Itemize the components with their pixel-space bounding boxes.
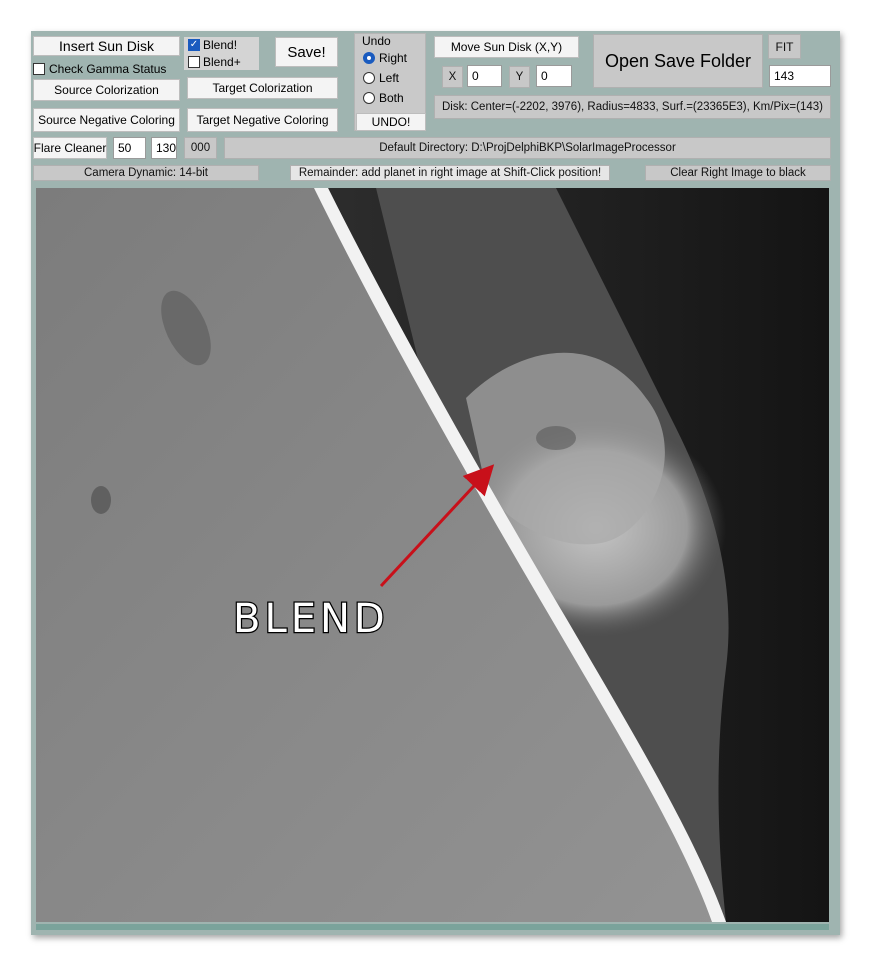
move-sun-disk-button[interactable]: Move Sun Disk (X,Y) [434,36,579,58]
undo-right-label: Right [379,51,408,65]
blend-label: Blend! [203,38,238,52]
y-label: Y [509,66,530,88]
undo-left-radio[interactable] [363,72,375,84]
blend-plus-checkbox[interactable] [188,56,200,68]
prominence-dark-knot [536,426,576,450]
undo-right-radio[interactable] [363,52,375,64]
fit-button[interactable]: FIT [768,34,801,59]
camera-dynamic-label: Camera Dynamic: 14-bit [33,165,259,181]
x-label: X [442,66,463,88]
undo-both-label: Both [379,91,404,105]
flare-code: 000 [184,137,217,159]
target-negative-coloring-button[interactable]: Target Negative Coloring [187,108,338,132]
flare-value-1-input[interactable]: 50 [113,137,146,159]
check-gamma-label: Check Gamma Status [49,62,167,76]
y-input[interactable]: 0 [536,65,572,87]
clear-right-image-button[interactable]: Clear Right Image to black [645,165,831,181]
solar-image-canvas[interactable]: BLEND [36,188,829,922]
blend-plus-label: Blend+ [203,55,241,69]
default-directory: Default Directory: D:\ProjDelphiBKP\Sola… [224,137,831,159]
open-save-folder-button[interactable]: Open Save Folder [593,34,763,88]
save-button[interactable]: Save! [275,37,338,67]
check-gamma-checkbox[interactable] [33,63,45,75]
flare-value-2-input[interactable]: 130 [151,137,177,159]
undo-left-label: Left [379,71,400,85]
sunspot-2 [91,486,111,514]
disk-info-panel: Disk: Center=(-2202, 3976), Radius=4833,… [434,95,831,119]
blend-annotation-label: BLEND [233,596,389,642]
blend-checkbox[interactable]: ✓ [188,39,200,51]
undo-both-radio[interactable] [363,92,375,104]
fit-value-input[interactable]: 143 [769,65,831,87]
undo-title: Undo [362,34,391,48]
source-negative-coloring-button[interactable]: Source Negative Coloring [33,108,180,132]
source-colorization-button[interactable]: Source Colorization [33,79,180,101]
x-input[interactable]: 0 [467,65,502,87]
insert-sun-disk-button[interactable]: Insert Sun Disk [33,36,180,56]
main-window: Insert Sun Disk ✓ Blend! Blend+ Save! Un… [31,31,840,935]
reminder-label: Remainder: add planet in right image at … [290,165,610,181]
flare-cleaner-button[interactable]: Flare Cleaner [33,137,107,159]
undo-button[interactable]: UNDO! [356,113,426,131]
target-colorization-button[interactable]: Target Colorization [187,77,338,99]
bottom-strip [36,924,829,930]
